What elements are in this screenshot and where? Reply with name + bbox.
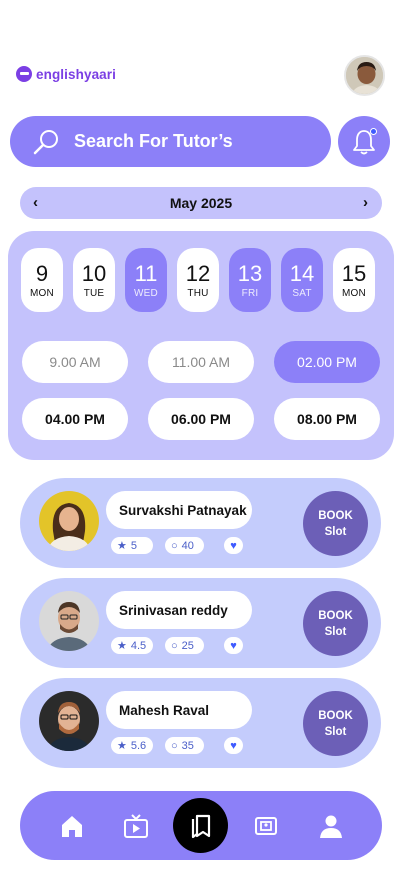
- day-name: MON: [30, 287, 54, 299]
- tutor-card[interactable]: Mahesh Raval ★ 5.6 ○ 35 ♥ BOOK Slot: [20, 678, 381, 768]
- time-slot[interactable]: 9.00 AM: [22, 341, 128, 383]
- day-item-selected[interactable]: 11 WED: [125, 248, 167, 312]
- time-slot[interactable]: 04.00 PM: [22, 398, 128, 440]
- tutor-photo-icon: [39, 691, 99, 751]
- rating-value: 4.5: [130, 639, 147, 652]
- search-bar[interactable]: Search For Tutor’s: [10, 116, 331, 167]
- chevron-right-icon[interactable]: ›: [363, 194, 368, 211]
- tutor-card[interactable]: Survakshi Patnayak ★ 5 ○ 40 ♥ BOOK Slot: [20, 478, 381, 568]
- day-number: 12: [185, 260, 211, 286]
- favorite-button[interactable]: ♥: [224, 537, 243, 554]
- nav-home[interactable]: [58, 812, 86, 840]
- reviews-chip: ○ 25: [165, 637, 204, 654]
- brand-name: englishyaari: [36, 66, 116, 82]
- month-label: May 2025: [169, 195, 233, 211]
- time-slot[interactable]: 11.00 AM: [148, 341, 254, 383]
- slot-label: Slot: [324, 525, 347, 538]
- time-slot[interactable]: 08.00 PM: [274, 398, 380, 440]
- nav-video[interactable]: [122, 812, 150, 840]
- slot-label: Slot: [324, 625, 347, 638]
- user-avatar-icon: [346, 57, 383, 94]
- favorite-button[interactable]: ♥: [224, 637, 243, 654]
- brand-logo-icon: [16, 66, 32, 82]
- search-icon: [33, 129, 58, 154]
- day-number: 15: [341, 260, 367, 286]
- tutor-photo-icon: [39, 591, 99, 651]
- heart-icon: ♥: [230, 639, 237, 652]
- comment-icon: ○: [171, 639, 178, 652]
- tutor-avatar: [39, 491, 99, 551]
- day-name: SAT: [292, 287, 312, 299]
- book-label: BOOK: [318, 609, 353, 622]
- day-item[interactable]: 12 THU: [177, 248, 219, 312]
- brand-logo[interactable]: englishyaari: [16, 66, 116, 82]
- star-icon: ★: [117, 540, 127, 552]
- book-slot-button[interactable]: BOOK Slot: [303, 691, 368, 756]
- day-picker: 9 MON 10 TUE 11 WED 12 THU 13 FRI 14 SAT 15 MON: [21, 248, 375, 312]
- day-number: 10: [81, 260, 107, 286]
- day-item[interactable]: 15 MON: [333, 248, 375, 312]
- day-number: 14: [289, 260, 315, 286]
- reviews-count: 25: [181, 639, 194, 652]
- tutor-avatar: [39, 591, 99, 651]
- heart-icon: ♥: [230, 539, 237, 552]
- day-number: 9: [35, 260, 49, 286]
- slot-label: Slot: [324, 725, 347, 738]
- tutor-photo-icon: [39, 491, 99, 551]
- home-icon: [62, 816, 82, 837]
- time-slot[interactable]: 06.00 PM: [148, 398, 254, 440]
- day-number: 13: [237, 260, 263, 286]
- book-slot-button[interactable]: BOOK Slot: [303, 591, 368, 656]
- tutor-avatar: [39, 691, 99, 751]
- rating-chip: ★ 5: [111, 537, 153, 554]
- day-item[interactable]: 9 MON: [21, 248, 63, 312]
- day-name: FRI: [241, 287, 259, 299]
- book-label: BOOK: [318, 709, 353, 722]
- book-slot-button[interactable]: BOOK Slot: [303, 491, 368, 556]
- tutor-name: Srinivasan reddy: [106, 591, 252, 629]
- day-item-selected[interactable]: 14 SAT: [281, 248, 323, 312]
- favorite-button[interactable]: ♥: [224, 737, 243, 754]
- day-item[interactable]: 10 TUE: [73, 248, 115, 312]
- nav-gallery[interactable]: [252, 812, 280, 840]
- month-selector: ‹ May 2025 ›: [20, 187, 382, 219]
- schedule-panel: 9 MON 10 TUE 11 WED 12 THU 13 FRI 14 SAT 15 MON…: [8, 231, 394, 460]
- user-avatar[interactable]: [344, 55, 385, 96]
- day-number: 11: [134, 260, 158, 286]
- tutor-name: Survakshi Patnayak: [106, 491, 252, 529]
- heart-icon: ♥: [230, 739, 237, 752]
- star-icon: ★: [117, 640, 127, 652]
- tutor-card[interactable]: Srinivasan reddy ★ 4.5 ○ 25 ♥ BOOK Slot: [20, 578, 381, 668]
- rating-value: 5: [130, 539, 137, 552]
- rating-value: 5.6: [130, 739, 147, 752]
- rating-chip: ★ 4.5: [111, 637, 153, 654]
- notifications-button[interactable]: [338, 116, 390, 167]
- day-name: WED: [134, 287, 158, 299]
- reviews-count: 40: [181, 539, 194, 552]
- comment-icon: ○: [171, 739, 178, 752]
- day-item-selected[interactable]: 13 FRI: [229, 248, 271, 312]
- bottom-nav: [20, 791, 382, 860]
- rating-chip: ★ 5.6: [111, 737, 153, 754]
- reviews-count: 35: [181, 739, 194, 752]
- search-label: Search For Tutor’s: [74, 131, 233, 151]
- bookmark-icon: [191, 814, 210, 838]
- star-icon: ★: [117, 740, 127, 752]
- day-name: THU: [187, 287, 209, 299]
- day-name: TUE: [83, 287, 105, 299]
- reviews-chip: ○ 40: [165, 537, 204, 554]
- video-icon: [124, 814, 148, 838]
- chevron-left-icon[interactable]: ‹: [33, 194, 38, 211]
- day-name: MON: [342, 287, 366, 299]
- tutor-name: Mahesh Raval: [106, 691, 252, 729]
- comment-icon: ○: [171, 539, 178, 552]
- book-label: BOOK: [318, 509, 353, 522]
- nav-profile[interactable]: [317, 812, 345, 840]
- reviews-chip: ○ 35: [165, 737, 204, 754]
- nav-bookmarks[interactable]: [173, 798, 228, 853]
- unread-dot: [370, 128, 377, 135]
- profile-icon: [320, 815, 342, 838]
- time-slot-selected[interactable]: 02.00 PM: [274, 341, 380, 383]
- gallery-icon: [255, 817, 277, 835]
